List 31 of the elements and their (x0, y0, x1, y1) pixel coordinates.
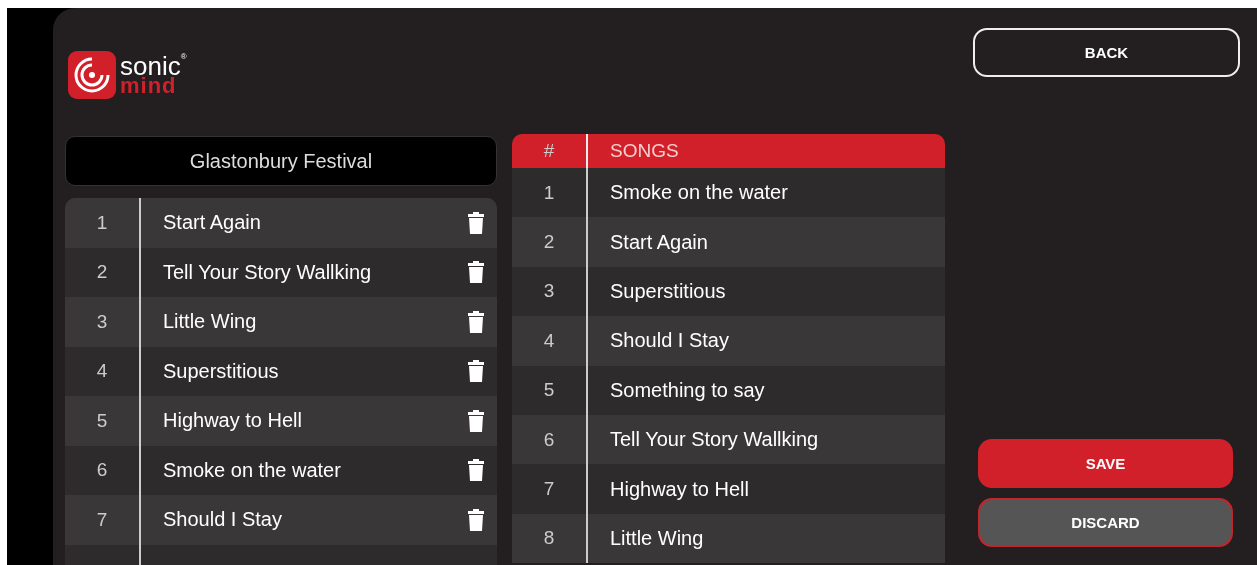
song-title: Start Again (609, 230, 709, 254)
trash-icon[interactable] (468, 310, 484, 333)
trash-icon[interactable] (468, 459, 484, 482)
song-title: Tell Your Story Wallking (162, 260, 373, 284)
song-title: Should I Stay (609, 329, 730, 353)
song-title: Superstitious (609, 279, 727, 303)
song-title: Little Wing (162, 310, 258, 334)
column-header: SONGS (609, 140, 680, 162)
song-title: Tell Your Story Wallking (609, 428, 820, 452)
save-button[interactable]: SAVE (978, 439, 1233, 488)
song-title: Should I Stay (162, 508, 283, 532)
discard-button[interactable]: DISCARD (978, 498, 1233, 547)
trash-icon[interactable] (468, 211, 484, 234)
song-title: Highway to Hell (609, 477, 750, 501)
song-title: Start Again (162, 211, 262, 235)
trash-icon[interactable] (468, 261, 484, 284)
trash-icon[interactable] (468, 409, 484, 432)
song-title: Smoke on the water (609, 181, 789, 205)
trash-icon[interactable] (468, 508, 484, 531)
playlist-title: Glastonbury Festival (65, 136, 497, 186)
song-title: Highway to Hell (162, 409, 303, 433)
song-title: Something to say (609, 378, 766, 402)
logo-icon (68, 51, 116, 99)
logo-word: mind (120, 75, 177, 97)
registered-mark: ® (180, 53, 187, 61)
song-title: Little Wing (609, 526, 705, 550)
song-title: Superstitious (162, 359, 280, 383)
back-button[interactable]: BACK (973, 28, 1240, 77)
song-title: Smoke on the water (162, 458, 342, 482)
trash-icon[interactable] (468, 360, 484, 383)
row-number: 8 (512, 513, 588, 564)
